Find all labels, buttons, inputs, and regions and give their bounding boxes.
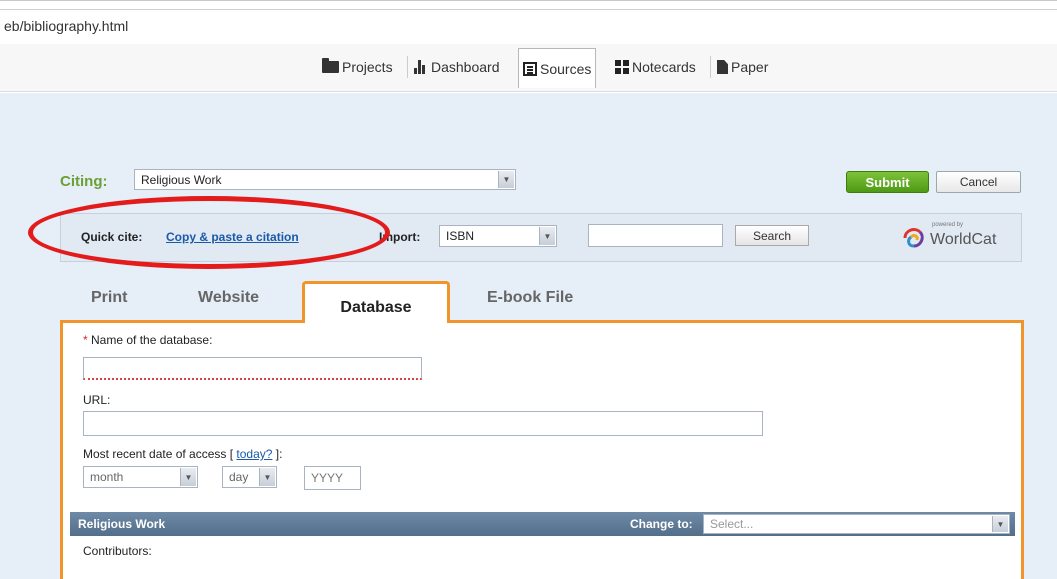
nav-label: Paper <box>731 59 769 75</box>
today-link[interactable]: today? <box>236 447 272 461</box>
nav-label: Notecards <box>632 59 696 75</box>
grid-icon <box>615 60 629 74</box>
month-select[interactable]: month ▼ <box>83 466 198 488</box>
red-annotation-ellipse <box>28 196 390 269</box>
access-label-prefix: Most recent date of access [ <box>83 447 237 461</box>
url-label: URL: <box>83 393 111 407</box>
top-nav: Projects Dashboard Sources Notecards Pap… <box>0 44 1057 92</box>
year-placeholder: YYYY <box>311 471 344 485</box>
year-input[interactable]: YYYY <box>304 466 361 490</box>
main-content: Citing: Religious Work ▼ Submit Cancel Q… <box>0 93 1057 579</box>
url-text[interactable]: eb/bibliography.html <box>4 18 128 34</box>
worldcat-logo: powered by WorldCat <box>901 222 996 252</box>
change-to-select[interactable]: Select... ▼ <box>703 514 1010 534</box>
nav-separator <box>710 56 711 78</box>
list-icon <box>523 61 537 76</box>
search-button[interactable]: Search <box>735 225 809 246</box>
nav-item-projects[interactable]: Projects <box>318 50 397 84</box>
tab-website[interactable]: Website <box>198 289 259 307</box>
required-marker: * <box>83 333 88 347</box>
citing-type-select[interactable]: Religious Work ▼ <box>134 169 516 190</box>
cancel-button[interactable]: Cancel <box>936 171 1021 193</box>
day-value: day <box>229 470 249 484</box>
import-search-input[interactable] <box>588 224 723 247</box>
month-value: month <box>90 470 124 484</box>
day-select[interactable]: day ▼ <box>222 466 277 488</box>
nav-label: Projects <box>342 59 393 75</box>
chevron-down-icon: ▼ <box>992 516 1008 532</box>
change-to-value: Select... <box>710 517 754 531</box>
citing-type-value: Religious Work <box>141 172 222 187</box>
nav-item-paper[interactable]: Paper <box>713 50 772 84</box>
nav-label: Sources <box>540 60 592 77</box>
active-tab-joiner <box>305 318 447 324</box>
database-name-input[interactable] <box>83 357 422 380</box>
chevron-down-icon: ▼ <box>180 468 196 486</box>
nav-separator <box>407 56 408 78</box>
import-type-value: ISBN <box>446 229 475 243</box>
nav-item-sources[interactable]: Sources <box>518 48 597 88</box>
access-label-suffix: ]: <box>272 447 283 461</box>
document-icon <box>717 60 728 74</box>
bar-chart-icon <box>414 60 428 74</box>
db-name-label: * Name of the database: <box>83 333 212 347</box>
section-title: Religious Work <box>78 517 166 531</box>
submit-button[interactable]: Submit <box>846 171 929 193</box>
nav-item-notecards[interactable]: Notecards <box>611 50 700 84</box>
chevron-down-icon: ▼ <box>539 227 555 245</box>
folder-icon <box>322 58 339 73</box>
powered-by-text: powered by <box>932 222 964 228</box>
nav-item-dashboard[interactable]: Dashboard <box>410 50 504 84</box>
chevron-down-icon: ▼ <box>498 171 514 188</box>
change-to-label: Change to: <box>630 517 693 531</box>
access-date-label: Most recent date of access [ today? ]: <box>83 447 282 461</box>
db-name-label-text: Name of the database: <box>91 333 213 347</box>
import-type-select[interactable]: ISBN ▼ <box>439 225 557 247</box>
citing-label: Citing: <box>60 173 108 190</box>
section-header-religious-work: Religious Work Change to: Select... ▼ <box>70 512 1015 536</box>
worldcat-text: WorldCat <box>930 231 997 248</box>
tab-ebook-file[interactable]: E-book File <box>487 289 573 307</box>
database-form-panel: * Name of the database: URL: Most recent… <box>60 320 1024 579</box>
browser-url-bar[interactable]: eb/bibliography.html <box>0 0 1057 45</box>
url-bar-top-border <box>0 9 1057 10</box>
worldcat-icon <box>903 228 924 248</box>
contributors-label: Contributors: <box>83 544 152 558</box>
tab-print[interactable]: Print <box>91 289 127 307</box>
url-input[interactable] <box>83 411 763 436</box>
nav-label: Dashboard <box>431 59 500 75</box>
chevron-down-icon: ▼ <box>259 468 275 486</box>
